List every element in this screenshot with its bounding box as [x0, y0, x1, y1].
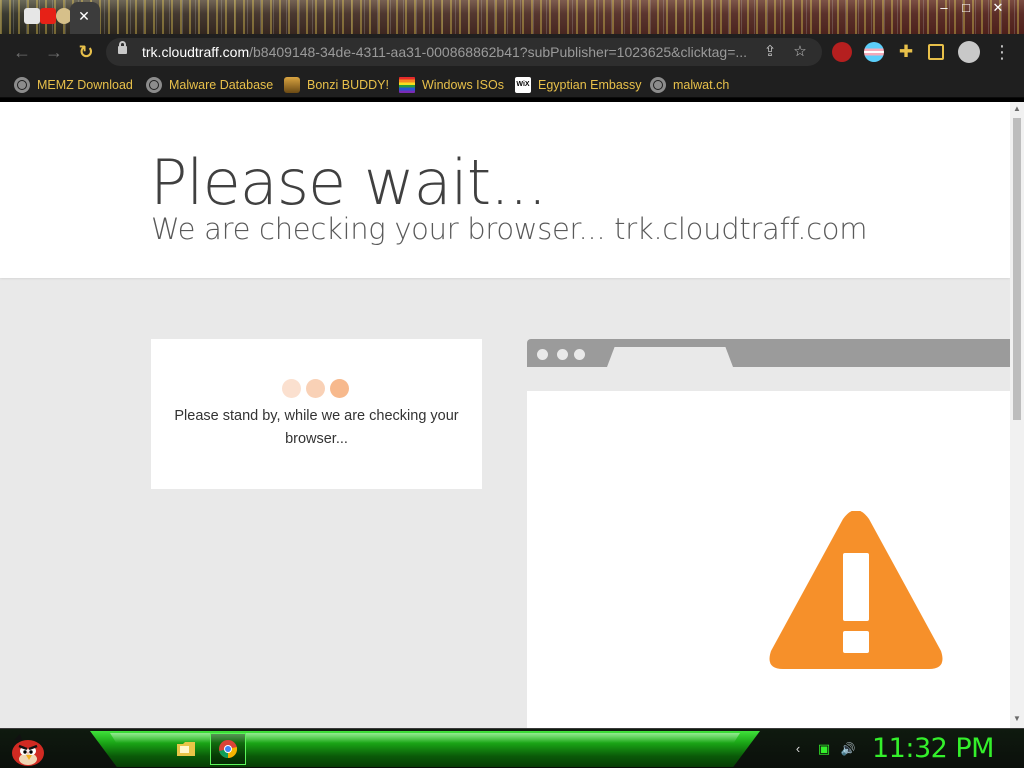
globe-icon — [146, 77, 162, 93]
forward-arrow-icon[interactable]: → — [42, 40, 66, 64]
rainbow-flag-icon — [399, 77, 415, 93]
bonzi-icon — [284, 77, 300, 93]
url-path: /b8409148-34de-4311-aa31-000868862b41?su… — [249, 44, 748, 60]
maximize-icon[interactable]: □ — [952, 0, 980, 16]
tab-strip-background — [0, 0, 1024, 34]
page-scrollbar[interactable]: ▲ ▼ — [1010, 102, 1024, 728]
chrome-icon — [219, 740, 238, 759]
globe-icon — [14, 77, 30, 93]
taskbar-file-explorer[interactable] — [168, 733, 204, 765]
share-icon[interactable]: ⇪ — [760, 42, 780, 62]
page-title: Please wait... — [150, 146, 547, 219]
loading-dots — [282, 379, 352, 399]
tray-expand-icon[interactable]: ‹ — [790, 741, 806, 757]
loading-dot — [306, 379, 325, 398]
hero-banner: Please wait... We are checking your brow… — [0, 102, 1010, 278]
flag-extension-icon[interactable] — [864, 42, 884, 62]
profile-avatar-icon[interactable] — [958, 41, 980, 63]
standby-message: Please stand by, while we are checking y… — [174, 408, 459, 447]
scroll-down-arrow-icon[interactable]: ▼ — [1010, 712, 1024, 726]
close-tab-icon[interactable]: ✕ — [76, 8, 92, 24]
browser-illustration — [527, 339, 1010, 728]
bookmarks-bar: MEMZ Download Malware Database Bonzi BUD… — [0, 70, 1024, 98]
reload-icon[interactable]: ↻ — [74, 40, 98, 64]
illustration-toolbar — [527, 367, 1010, 391]
illustration-dot — [557, 349, 568, 360]
bookmark-memz-download[interactable]: MEMZ Download — [14, 76, 133, 94]
lock-icon[interactable] — [118, 41, 127, 54]
side-panel-icon[interactable] — [928, 44, 944, 60]
folder-icon — [177, 742, 195, 756]
volume-icon[interactable]: 🔊 — [840, 741, 856, 757]
bookmark-windows-isos[interactable]: Windows ISOs — [399, 76, 504, 94]
warning-triangle-icon — [769, 511, 943, 669]
loading-dot — [330, 379, 349, 398]
scroll-up-arrow-icon[interactable]: ▲ — [1010, 102, 1024, 116]
illustration-tab — [607, 347, 733, 367]
scrollbar-thumb[interactable] — [1013, 118, 1021, 420]
window-close-icon[interactable]: ✕ — [984, 0, 1012, 16]
standby-card: Please stand by, while we are checking y… — [151, 339, 482, 489]
illustration-dot — [574, 349, 585, 360]
illustration-dot — [537, 349, 548, 360]
url-host: trk.cloudtraff.com — [142, 44, 250, 60]
page-subtitle: We are checking your browser... trk.clou… — [151, 212, 868, 246]
taskbar-shine — [110, 733, 740, 743]
loading-dot — [282, 379, 301, 398]
bookmark-bonzi-buddy[interactable]: Bonzi BUDDY! — [284, 76, 389, 94]
browser-toolbar: ← → ↻ trk.cloudtraff.com/b8409148-34de-4… — [0, 34, 1024, 70]
bookmark-malwatch[interactable]: malwat.ch — [650, 76, 729, 94]
back-arrow-icon[interactable]: ← — [10, 40, 34, 64]
page-viewport: Please wait... We are checking your brow… — [0, 102, 1024, 728]
globe-icon — [650, 77, 666, 93]
bookmark-label: Egyptian Embassy — [538, 78, 642, 92]
youtube-tab-icon[interactable] — [40, 8, 56, 24]
illustration-titlebar — [527, 339, 1010, 367]
bookmark-label: malwat.ch — [673, 78, 730, 92]
illustration-body — [527, 391, 1010, 728]
address-bar[interactable]: trk.cloudtraff.com/b8409148-34de-4311-aa… — [106, 38, 822, 66]
tab-favicon-3[interactable] — [24, 8, 40, 24]
system-clock[interactable]: 11:32 PM — [872, 733, 1022, 764]
wix-icon: WiX — [515, 77, 531, 93]
bookmark-egyptian-embassy[interactable]: WiX Egyptian Embassy — [515, 76, 642, 94]
start-button-angry-bird-icon[interactable] — [6, 730, 50, 768]
browser-menu-icon[interactable]: ⋮ — [990, 40, 1014, 64]
bookmark-label: Windows ISOs — [422, 78, 504, 92]
taskbar: ‹ ▣ 🔊 11:32 PM — [0, 728, 1024, 768]
url-text[interactable]: trk.cloudtraff.com/b8409148-34de-4311-aa… — [142, 44, 752, 60]
taskbar-chrome[interactable] — [210, 733, 246, 765]
extensions-puzzle-icon[interactable]: ✚ — [896, 42, 916, 62]
ublock-origin-icon[interactable] — [832, 42, 852, 62]
network-icon[interactable]: ▣ — [816, 741, 832, 757]
bookmark-label: Malware Database — [169, 78, 274, 92]
tab-strip: ✕ – □ ✕ — [0, 0, 1024, 34]
bookmark-malware-database[interactable]: Malware Database — [146, 76, 273, 94]
bookmark-label: Bonzi BUDDY! — [307, 78, 389, 92]
bookmark-label: MEMZ Download — [37, 78, 133, 92]
bookmark-star-icon[interactable]: ☆ — [790, 42, 810, 62]
